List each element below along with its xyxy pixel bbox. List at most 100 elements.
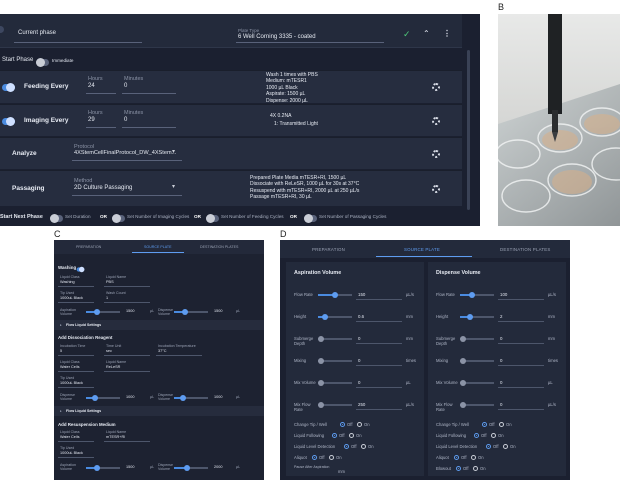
- dispense-volume-slider[interactable]: [174, 465, 208, 471]
- setting-value[interactable]: 250: [358, 402, 365, 407]
- protocol-dropdown-icon[interactable]: ▾: [172, 148, 175, 155]
- flow-liquid-settings-row[interactable]: ▸ Flow Liquid Settings: [54, 406, 264, 416]
- setting-slider[interactable]: [318, 402, 352, 408]
- feeding-toggle[interactable]: [2, 83, 15, 92]
- slider-thumb[interactable]: [318, 358, 324, 364]
- blowout-off-radio[interactable]: [456, 466, 461, 471]
- time-unit-select[interactable]: sec: [106, 349, 112, 353]
- feeding-minutes-input[interactable]: 0: [124, 83, 127, 89]
- setting-slider[interactable]: [318, 358, 352, 364]
- aspiration-volume-input[interactable]: 1500: [126, 465, 134, 469]
- slider-thumb[interactable]: [318, 402, 324, 408]
- method-select[interactable]: 2D Culture Passaging: [74, 185, 132, 191]
- collapse-chevron-icon[interactable]: ⌃: [423, 29, 430, 38]
- tab-destination-plates[interactable]: DESTINATION PLATES: [200, 245, 238, 249]
- setting-value[interactable]: 0: [500, 358, 502, 363]
- liquid-class-select[interactable]: Washing: [60, 280, 75, 284]
- setting-value[interactable]: 2: [500, 314, 502, 319]
- setting-value[interactable]: 0: [358, 336, 360, 341]
- imaging-toggle[interactable]: [2, 117, 15, 126]
- tab-preparation[interactable]: PREPARATION: [76, 245, 101, 249]
- wash-count-input[interactable]: 1: [106, 296, 108, 300]
- liquid-name-select[interactable]: PBS: [106, 280, 114, 284]
- setting-value[interactable]: 0.6: [358, 314, 364, 319]
- liquid-level-off-radio[interactable]: [344, 444, 349, 449]
- setting-slider[interactable]: [318, 336, 352, 342]
- dispense-volume-input[interactable]: 1500: [214, 309, 222, 313]
- setting-value[interactable]: 0: [358, 358, 360, 363]
- dispense-volume-slider[interactable]: [174, 395, 208, 401]
- slider-thumb[interactable]: [318, 380, 324, 386]
- protocol-select[interactable]: 4XStemCellFinalProtocol_DW_4XStem...: [74, 150, 176, 156]
- tab-preparation[interactable]: PREPARATION: [312, 247, 345, 252]
- imaging-hours-input[interactable]: 29: [88, 117, 95, 123]
- setting-value[interactable]: 0: [500, 402, 502, 407]
- setting-slider[interactable]: [460, 380, 494, 386]
- analyze-settings-gear-icon[interactable]: [432, 150, 440, 158]
- scrollbar[interactable]: [467, 50, 470, 210]
- setting-value[interactable]: 100: [500, 292, 507, 297]
- slider-thumb[interactable]: [468, 292, 475, 298]
- setting-slider[interactable]: [460, 336, 494, 342]
- dispense-volume-input[interactable]: 2000: [214, 465, 222, 469]
- current-phase-input[interactable]: Current phase: [18, 30, 56, 36]
- setting-slider[interactable]: [460, 358, 494, 364]
- change-tip-off-radio[interactable]: [340, 422, 345, 427]
- setting-value[interactable]: 0: [500, 336, 502, 341]
- feeding-settings-gear-icon[interactable]: [432, 83, 440, 91]
- set-duration-toggle[interactable]: [50, 214, 63, 223]
- liquid-following-on-radio[interactable]: [491, 433, 496, 438]
- incubation-temp-select[interactable]: 37°C: [158, 349, 166, 353]
- liquid-following-off-radio[interactable]: [332, 433, 337, 438]
- liquid-following-on-radio[interactable]: [349, 433, 354, 438]
- imaging-cycles-toggle[interactable]: [112, 214, 125, 223]
- setting-slider[interactable]: [318, 314, 352, 320]
- slider-thumb[interactable]: [460, 336, 466, 342]
- setting-value[interactable]: 150: [358, 292, 365, 297]
- confirm-check-icon[interactable]: ✓: [403, 29, 411, 40]
- aliquot-on-radio[interactable]: [471, 455, 476, 460]
- setting-slider[interactable]: [460, 292, 494, 298]
- dispense-volume-input[interactable]: 1000: [214, 395, 222, 399]
- setting-slider[interactable]: [460, 314, 494, 320]
- liquid-class-select[interactable]: Water Cells: [60, 435, 79, 439]
- imaging-minutes-input[interactable]: 0: [124, 117, 127, 123]
- immediate-toggle[interactable]: [36, 58, 49, 67]
- change-tip-on-radio[interactable]: [357, 422, 362, 427]
- tip-used-select[interactable]: 1000uL Black: [60, 296, 83, 300]
- tab-source-plate[interactable]: SOURCE PLATE: [144, 245, 172, 249]
- plate-type-value[interactable]: 6 Well Corning 3335 - coated: [238, 34, 316, 40]
- method-dropdown-icon[interactable]: ▾: [172, 183, 175, 190]
- feeding-cycles-toggle[interactable]: [206, 214, 219, 223]
- aspiration-volume-slider[interactable]: [86, 309, 120, 315]
- setting-slider[interactable]: [318, 292, 352, 298]
- aliquot-on-radio[interactable]: [329, 455, 334, 460]
- aspiration-volume-slider[interactable]: [86, 465, 120, 471]
- slider-thumb[interactable]: [460, 358, 466, 364]
- setting-value[interactable]: 0: [358, 380, 360, 385]
- liquid-following-off-radio[interactable]: [474, 433, 479, 438]
- tip-used-select[interactable]: 1000uL Black: [60, 381, 83, 385]
- aliquot-off-radio[interactable]: [312, 455, 317, 460]
- slider-thumb[interactable]: [332, 292, 338, 298]
- tab-source-plate[interactable]: SOURCE PLATE: [404, 247, 440, 252]
- blowout-on-radio[interactable]: [473, 466, 478, 471]
- aspiration-volume-input[interactable]: 1500: [126, 309, 134, 313]
- more-menu-icon[interactable]: ⋮: [443, 29, 451, 38]
- dispense-volume-slider[interactable]: [86, 395, 120, 401]
- passaging-settings-gear-icon[interactable]: [432, 185, 440, 193]
- dispense-volume-slider[interactable]: [174, 309, 208, 315]
- change-tip-on-radio[interactable]: [499, 422, 504, 427]
- imaging-settings-gear-icon[interactable]: [432, 117, 440, 125]
- slider-thumb[interactable]: [318, 336, 324, 342]
- feeding-hours-input[interactable]: 24: [88, 83, 95, 89]
- liquid-class-select[interactable]: Water Cells: [60, 365, 79, 369]
- passaging-cycles-toggle[interactable]: [304, 214, 317, 223]
- liquid-name-select[interactable]: mTESR+RI: [106, 435, 125, 439]
- setting-slider[interactable]: [318, 380, 352, 386]
- incubation-time-input[interactable]: 5: [60, 349, 62, 353]
- dispense-volume-input[interactable]: 1000: [126, 395, 134, 399]
- slider-thumb[interactable]: [321, 314, 328, 320]
- slider-thumb[interactable]: [460, 380, 466, 386]
- tab-destination-plates[interactable]: DESTINATION PLATES: [500, 247, 551, 252]
